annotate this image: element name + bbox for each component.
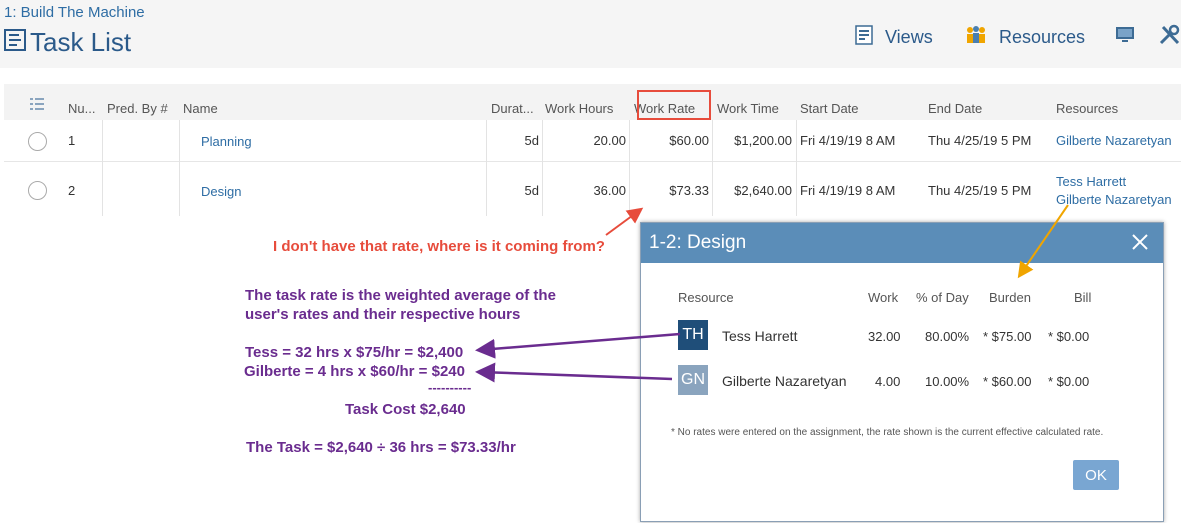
table-row[interactable]: 1 Planning 5d 20.00 $60.00 $1,200.00 Fri…	[4, 120, 1181, 162]
column-divider	[796, 120, 797, 216]
col-work-time[interactable]: Work Time	[717, 101, 779, 116]
dialog-col-pct-day: % of Day	[916, 290, 969, 305]
dialog-work: 4.00	[875, 374, 901, 389]
row-resource-link[interactable]: Tess Harrett	[1056, 174, 1126, 189]
row-number: 1	[68, 133, 76, 148]
dialog-burden: * $75.00	[983, 329, 1032, 344]
views-icon	[855, 24, 873, 50]
dialog-col-burden: Burden	[989, 290, 1031, 305]
col-pred-by[interactable]: Pred. By #	[107, 101, 168, 116]
task-name-link[interactable]: Planning	[201, 134, 252, 149]
row-work-hours[interactable]: 36.00	[545, 183, 626, 198]
wrench-icon	[1158, 24, 1181, 51]
dialog-header: 1-2: Design	[641, 223, 1163, 263]
annotation-tess-calc: Tess = 32 hrs x $75/hr = $2,400	[245, 344, 464, 361]
table-row[interactable]: 2 Design 5d 36.00 $73.33 $2,640.00 Fri 4…	[4, 162, 1181, 216]
row-work-time: $1,200.00	[734, 133, 792, 148]
column-divider	[179, 120, 180, 216]
row-select-radio[interactable]	[28, 132, 47, 151]
tools-button[interactable]	[1158, 24, 1181, 50]
task-grid: Nu... Pred. By # Name Durat... Work Hour…	[4, 84, 1181, 216]
row-start-date[interactable]: Fri 4/19/19 8 AM	[800, 183, 895, 198]
dialog-pct-day: 10.00%	[925, 374, 970, 389]
row-start-date[interactable]: Fri 4/19/19 8 AM	[800, 133, 895, 148]
task-name-link[interactable]: Design	[201, 184, 241, 199]
column-chooser-icon[interactable]	[30, 97, 44, 116]
resources-label: Resources	[999, 26, 1086, 47]
breadcrumb[interactable]: 1: Build The Machine	[4, 4, 145, 21]
annotation-explain-line2: user's rates and their respective hours	[245, 306, 521, 323]
col-work-hours[interactable]: Work Hours	[545, 101, 613, 116]
row-resource-link[interactable]: Gilberte Nazaretyan	[1056, 133, 1172, 148]
dialog-col-bill: Bill	[1074, 290, 1092, 305]
row-work-hours[interactable]: 20.00	[545, 133, 626, 148]
row-end-date[interactable]: Thu 4/25/19 5 PM	[928, 133, 1031, 148]
page-title: Task List	[4, 26, 131, 58]
close-icon[interactable]	[1127, 229, 1153, 255]
dialog-burden: * $60.00	[983, 374, 1032, 389]
col-end-date[interactable]: End Date	[928, 101, 982, 116]
row-work-time: $2,640.00	[734, 183, 792, 198]
people-icon	[965, 25, 987, 50]
annotation-gilberte-calc: Gilberte = 4 hrs x $60/hr = $240	[244, 363, 465, 380]
row-select-radio[interactable]	[28, 181, 47, 200]
col-name[interactable]: Name	[183, 101, 218, 116]
monitor-icon	[1115, 25, 1135, 50]
col-number[interactable]: Nu...	[68, 101, 95, 116]
annotation-question: I don't have that rate, where is it comi…	[273, 238, 605, 255]
col-start-date[interactable]: Start Date	[800, 101, 859, 116]
dialog-title: 1-2: Design	[649, 232, 747, 253]
views-label: Views	[885, 26, 933, 47]
col-duration[interactable]: Durat...	[491, 101, 534, 116]
annotation-explain-line1: The task rate is the weighted average of…	[245, 287, 556, 304]
dialog-bill: * $0.00	[1048, 374, 1090, 389]
ok-button[interactable]: OK	[1073, 460, 1119, 490]
row-end-date[interactable]: Thu 4/25/19 5 PM	[928, 183, 1031, 198]
column-divider	[486, 120, 487, 216]
dialog-col-work: Work	[868, 290, 899, 305]
dialog-col-resource: Resource	[678, 290, 734, 305]
dialog-work: 32.00	[868, 329, 901, 344]
row-number: 2	[68, 183, 76, 198]
annotation-task-cost: Task Cost $2,640	[345, 401, 466, 418]
task-list-icon	[4, 28, 26, 56]
rate-highlight-box	[637, 90, 711, 120]
dialog-pct-day: 80.00%	[925, 329, 970, 344]
column-divider	[102, 120, 103, 216]
views-button[interactable]: Views	[855, 24, 933, 50]
annotation-task-rate: The Task = $2,640 ÷ 36 hrs = $73.33/hr	[246, 439, 516, 456]
annotation-divider: ----------	[428, 380, 472, 395]
row-work-rate[interactable]: $60.00	[634, 133, 709, 148]
avatar: GN	[678, 365, 708, 395]
column-divider	[542, 120, 543, 216]
dialog-bill: * $0.00	[1048, 329, 1090, 344]
column-divider	[712, 120, 713, 216]
dialog-footnote: * No rates were entered on the assignmen…	[671, 427, 1104, 438]
screen-button[interactable]	[1115, 24, 1135, 50]
row-duration[interactable]: 5d	[491, 133, 539, 148]
grid-header: Nu... Pred. By # Name Durat... Work Hour…	[4, 84, 1181, 120]
dialog-resource-name[interactable]: Gilberte Nazaretyan	[722, 373, 847, 389]
column-divider	[629, 120, 630, 216]
assignment-dialog: 1-2: Design Resource Work % of Day Burde…	[640, 222, 1164, 522]
avatar: TH	[678, 320, 708, 350]
page-title-text: Task List	[30, 26, 132, 57]
dialog-resource-name[interactable]: Tess Harrett	[722, 328, 797, 344]
row-work-rate[interactable]: $73.33	[634, 183, 709, 198]
resources-button[interactable]: Resources	[965, 24, 1085, 50]
col-resources[interactable]: Resources	[1056, 101, 1118, 116]
row-duration[interactable]: 5d	[491, 183, 539, 198]
row-resource-link[interactable]: Gilberte Nazaretyan	[1056, 192, 1172, 207]
